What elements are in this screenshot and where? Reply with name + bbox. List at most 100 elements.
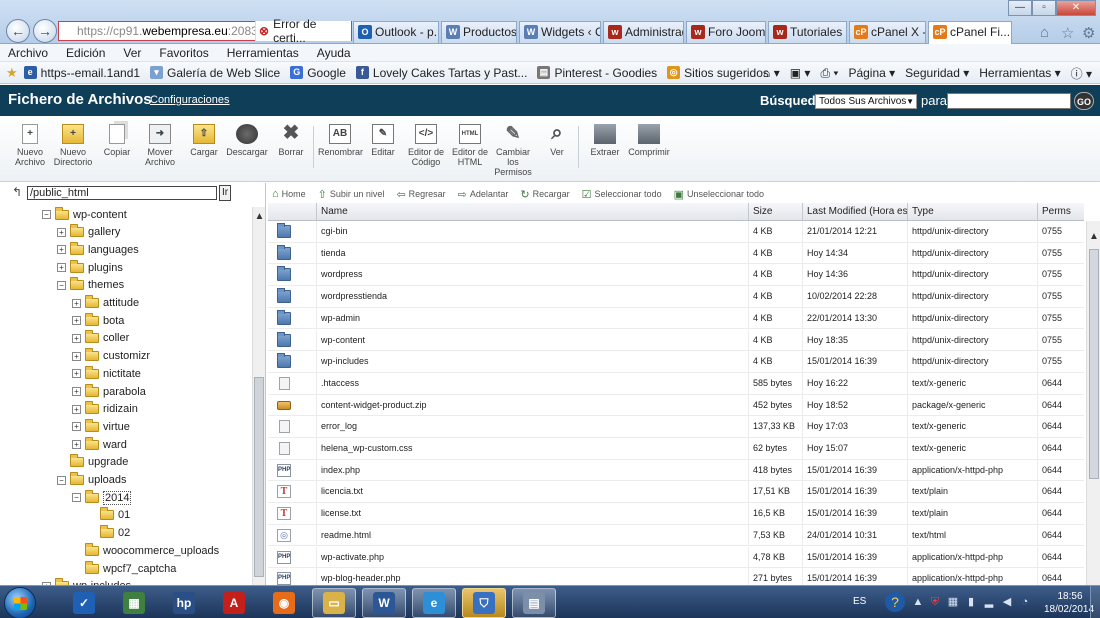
- extract-button[interactable]: Extraer: [583, 124, 627, 157]
- command-menu[interactable]: Seguridad ▾: [905, 66, 969, 80]
- up-arrow-icon[interactable]: ↰: [12, 185, 22, 199]
- browser-tab[interactable]: WWidgets ‹ C...: [519, 21, 601, 43]
- tree-node[interactable]: woocommerce_uploads: [72, 542, 219, 559]
- taskbar-app-security[interactable]: ⛉: [462, 588, 506, 618]
- move-button[interactable]: ➜ Mover Archivo: [138, 124, 182, 167]
- tree-node[interactable]: upgrade: [57, 454, 128, 471]
- battery-icon[interactable]: ▮: [965, 596, 977, 608]
- menu-item[interactable]: Herramientas: [227, 44, 299, 61]
- tree-node[interactable]: + virtue: [72, 418, 130, 435]
- tree-node[interactable]: + nictitate: [72, 365, 141, 382]
- tree-node[interactable]: + coller: [72, 330, 129, 347]
- start-button[interactable]: [4, 587, 36, 618]
- tree-node[interactable]: + attitude: [72, 295, 139, 312]
- scroll-up-icon[interactable]: ▲: [1087, 231, 1100, 242]
- favorite-link[interactable]: f Lovely Cakes Tartas y Past...: [355, 66, 527, 80]
- path-input[interactable]: /public_html: [27, 186, 217, 200]
- compress-button[interactable]: Comprimir: [627, 124, 671, 157]
- search-input[interactable]: [947, 93, 1071, 109]
- menu-item[interactable]: Ayuda: [317, 44, 351, 61]
- collapse-icon[interactable]: −: [57, 475, 66, 485]
- certificate-error-badge[interactable]: ⊗ Error de certi...: [255, 17, 351, 45]
- taskbar-app-calc[interactable]: ▤: [512, 588, 556, 618]
- network-icon[interactable]: ▦: [947, 596, 959, 608]
- column-header-type[interactable]: Type: [907, 203, 1037, 221]
- tree-node[interactable]: + customizr: [72, 348, 150, 365]
- table-row[interactable]: helena_wp-custom.css 62 bytes Hoy 15:07 tex…: [268, 438, 1084, 460]
- download-button[interactable]: Descargar: [225, 124, 269, 157]
- tree-node[interactable]: − uploads: [57, 472, 127, 489]
- collapse-icon[interactable]: −: [72, 493, 81, 503]
- tree-node[interactable]: + languages: [57, 241, 139, 258]
- collapse-icon[interactable]: −: [57, 280, 66, 290]
- taskbar-app-outlook[interactable]: ✓: [62, 588, 106, 618]
- favorite-link[interactable]: ▾ Galería de Web Slice: [150, 66, 280, 80]
- feeds-icon[interactable]: ▣ ▾: [790, 66, 811, 80]
- expand-icon[interactable]: +: [72, 387, 81, 396]
- delete-button[interactable]: ✖ Borrar: [269, 123, 313, 157]
- expand-icon[interactable]: +: [72, 333, 81, 343]
- code-editor-button[interactable]: </> Editor de Código: [404, 124, 448, 167]
- home-link[interactable]: ⌂ Home: [272, 188, 306, 200]
- tree-node[interactable]: + bota: [72, 312, 124, 329]
- scroll-up-icon[interactable]: ▲: [253, 211, 265, 222]
- expand-icon[interactable]: +: [72, 298, 81, 308]
- favorite-link[interactable]: ◎ Sitios sugeridos: [667, 66, 769, 80]
- table-row[interactable]: Tlicense.txt 16,5 KB 15/01/2014 16:39 text/…: [268, 503, 1084, 525]
- browser-tab[interactable]: wForo Joomla...: [686, 21, 766, 43]
- taskbar-app-acrobat[interactable]: A: [212, 588, 256, 618]
- taskbar-app-explorer[interactable]: ▭: [312, 588, 356, 618]
- search-scope-select[interactable]: Todos Sus Archivos ▼: [815, 94, 917, 109]
- table-row[interactable]: error_log 137,33 KB Hoy 17:03 text/x-generi…: [268, 416, 1084, 438]
- column-header-name[interactable]: Name: [316, 203, 748, 221]
- table-row[interactable]: PHP index.php 418 bytes 15/01/2014 16:39 app…: [268, 459, 1084, 482]
- tree-scrollbar[interactable]: ▲: [252, 207, 265, 585]
- reload-link[interactable]: ↻ Recargar: [520, 188, 569, 201]
- table-row[interactable]: tienda 4 KB Hoy 14:34 httpd/unix-directory 0…: [268, 242, 1084, 265]
- tree-node[interactable]: − wp-content: [42, 206, 127, 223]
- copy-button[interactable]: Copiar: [95, 124, 139, 157]
- wifi-icon[interactable]: ◔: [1019, 596, 1031, 608]
- tree-node[interactable]: 01: [87, 507, 130, 524]
- clock-time[interactable]: 18:56: [1045, 591, 1095, 602]
- antivirus-icon[interactable]: ⛨: [929, 596, 941, 608]
- help-icon[interactable]: ⓘ ▾: [1071, 65, 1092, 82]
- unselect-all-link[interactable]: ▣ Unseleccionar todo: [674, 188, 764, 201]
- tree-node[interactable]: + gallery: [57, 224, 120, 241]
- language-indicator[interactable]: ES: [853, 596, 866, 607]
- favorite-link[interactable]: e https--email.1and1: [23, 66, 140, 80]
- browser-back-button[interactable]: ←: [6, 19, 30, 43]
- browser-tab[interactable]: wTutoriales P...: [768, 21, 847, 43]
- browser-tab[interactable]: wAdministrad...: [603, 21, 684, 43]
- expand-tray-icon[interactable]: ▲: [912, 596, 924, 608]
- maximize-button[interactable]: ▫: [1032, 0, 1056, 16]
- back-link[interactable]: ⇦ Regresar: [396, 188, 445, 201]
- tree-node[interactable]: + ward: [72, 436, 127, 453]
- tree-node[interactable]: +wp-includes: [42, 578, 131, 585]
- select-all-link[interactable]: ☑ Seleccionar todo: [582, 188, 662, 201]
- taskbar-app-firefox[interactable]: ◉: [262, 588, 306, 618]
- minimize-button[interactable]: —: [1008, 0, 1032, 16]
- browser-tab[interactable]: WProductos »...: [441, 21, 517, 43]
- taskbar-app-ie[interactable]: e: [412, 588, 456, 618]
- gear-icon[interactable]: ⚙: [1082, 24, 1095, 42]
- table-row[interactable]: wp-admin 4 KB 22/01/2014 13:30 httpd/unix-d…: [268, 307, 1084, 330]
- table-row[interactable]: wordpress 4 KB Hoy 14:36 httpd/unix-directo…: [268, 264, 1084, 287]
- browser-forward-button[interactable]: →: [33, 19, 57, 43]
- table-row[interactable]: wp-includes 4 KB 15/01/2014 16:39 httpd/uni…: [268, 351, 1084, 373]
- html-editor-button[interactable]: HTML Editor de HTML: [448, 124, 492, 167]
- expand-icon[interactable]: +: [72, 440, 81, 450]
- taskbar-app-hp[interactable]: hp: [162, 588, 206, 618]
- help-tray-icon[interactable]: ?: [885, 592, 905, 612]
- table-row[interactable]: cgi-bin 4 KB 21/01/2014 12:21 httpd/unix-di…: [268, 221, 1084, 243]
- new-folder-button[interactable]: + Nuevo Directorio: [51, 124, 95, 167]
- column-header-size[interactable]: Size: [748, 203, 802, 221]
- rename-button[interactable]: AB Renombrar: [318, 124, 363, 157]
- collapse-icon[interactable]: −: [42, 210, 51, 219]
- clock-date[interactable]: 18/02/2014: [1041, 604, 1097, 615]
- browser-tab[interactable]: O Outlook - p...: [353, 21, 439, 43]
- expand-icon[interactable]: +: [57, 245, 66, 255]
- table-row[interactable]: wordpresstienda 4 KB 10/02/2014 22:28 httpd…: [268, 286, 1084, 308]
- view-button[interactable]: ⌕ Ver: [535, 123, 579, 157]
- home-icon[interactable]: ⌂: [1040, 24, 1049, 41]
